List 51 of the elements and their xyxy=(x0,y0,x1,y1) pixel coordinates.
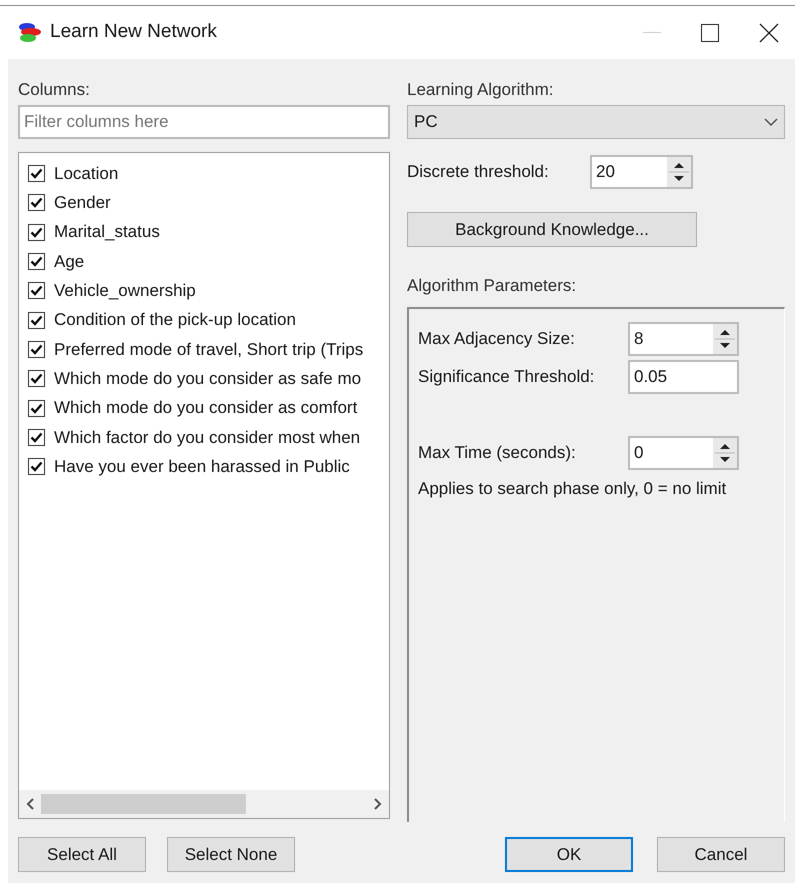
horizontal-scrollbar[interactable] xyxy=(19,790,389,818)
dialog-button[interactable]: Cancel xyxy=(657,837,785,872)
checkbox[interactable] xyxy=(28,340,45,358)
column-item[interactable]: Which mode do you consider as safe mo xyxy=(28,364,389,394)
checkbox[interactable] xyxy=(28,428,45,446)
parameter-label: Max Time (seconds): xyxy=(418,442,577,464)
column-item[interactable]: Condition of the pick-up location xyxy=(28,305,389,335)
parameter-label: Max Adjacency Size: xyxy=(418,328,576,350)
discrete-threshold-label: Discrete threshold: xyxy=(407,161,550,184)
checkbox[interactable] xyxy=(28,253,45,270)
column-item[interactable]: Which mode do you consider as comfort xyxy=(28,393,389,423)
column-item[interactable]: Age xyxy=(28,246,389,276)
checkbox[interactable] xyxy=(28,312,45,329)
parameters-note: Applies to search phase only, 0 = no limit xyxy=(418,478,728,500)
checkbox[interactable] xyxy=(28,458,45,476)
dialog-button[interactable]: OK xyxy=(505,837,633,872)
maximize-icon[interactable] xyxy=(701,24,719,42)
columns-label: Columns: xyxy=(18,79,91,101)
checkbox[interactable] xyxy=(28,224,45,241)
column-item[interactable]: Have you ever been harassed in Public xyxy=(28,452,389,482)
spin-arrows-icon[interactable] xyxy=(713,438,737,468)
dialog-button[interactable]: Select All xyxy=(18,837,146,872)
column-item[interactable]: Marital_status xyxy=(28,218,389,247)
column-item[interactable]: Preferred mode of travel, Short trip (Trips xyxy=(28,334,389,364)
checkbox[interactable] xyxy=(28,400,45,417)
spin-arrows-icon[interactable] xyxy=(713,324,737,354)
parameter-spinbox[interactable]: 0 xyxy=(628,436,739,470)
app-logo-icon xyxy=(18,22,42,44)
checkbox[interactable] xyxy=(28,282,45,300)
column-item[interactable]: Vehicle_ownership xyxy=(28,276,389,306)
window-title: Learn New Network xyxy=(50,20,217,44)
column-item[interactable]: Location xyxy=(28,159,389,188)
algorithm-label: Learning Algorithm: xyxy=(407,79,554,101)
discrete-threshold-spinbox[interactable]: 20 xyxy=(590,155,693,189)
parameter-spinbox[interactable]: 8 xyxy=(628,322,739,356)
parameter-label: Significance Threshold: xyxy=(418,366,596,388)
algorithm-parameters-label: Algorithm Parameters: xyxy=(407,275,578,297)
filter-field[interactable]: Filter columns here xyxy=(18,105,390,139)
close-icon[interactable] xyxy=(759,22,779,42)
scroll-thumb[interactable] xyxy=(41,794,246,814)
checkbox[interactable] xyxy=(28,165,45,182)
parameter-field[interactable]: 0.05 xyxy=(628,360,739,394)
checkbox[interactable] xyxy=(28,370,45,388)
algorithm-dropdown[interactable]: PC xyxy=(407,105,785,139)
dialog-button[interactable]: Select None xyxy=(167,837,295,872)
column-item[interactable]: Which factor do you consider most when xyxy=(28,422,389,452)
checkbox[interactable] xyxy=(28,194,45,212)
column-item[interactable]: Gender xyxy=(28,188,389,218)
spin-arrows-icon[interactable] xyxy=(667,157,691,187)
background-knowledge-button[interactable]: Background Knowledge... xyxy=(407,212,697,247)
dropdown-caret-icon xyxy=(764,118,778,126)
